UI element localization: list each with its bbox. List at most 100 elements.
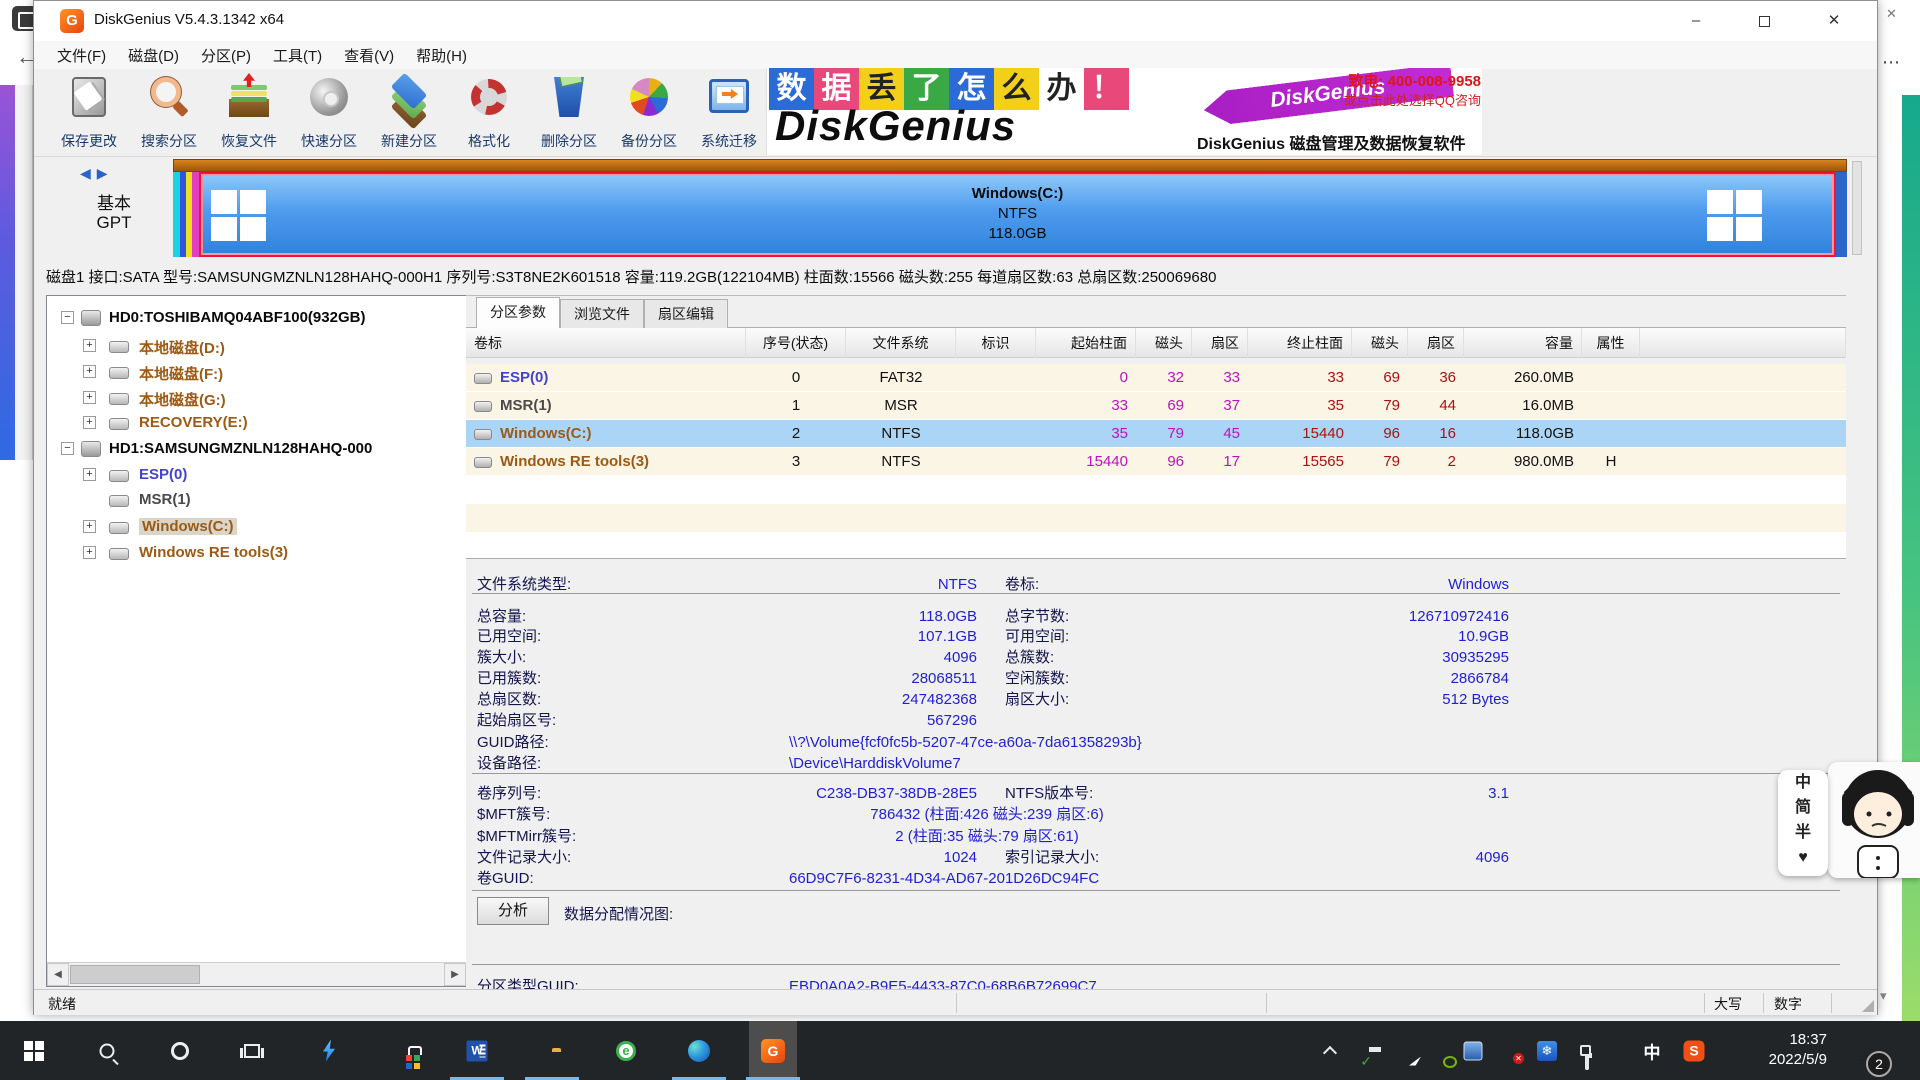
tab-partition-params[interactable]: 分区参数 xyxy=(476,297,560,328)
overflow-menu-icon[interactable]: ⋯ xyxy=(1882,52,1900,73)
scroll-down-icon[interactable]: ▾ xyxy=(1880,988,1887,1004)
taskbar-search-button[interactable] xyxy=(83,1021,131,1080)
table-row-msr[interactable]: MSR(1) 1 MSR 33 69 37 35 79 44 16.0MB xyxy=(466,392,1846,420)
scrollbar-thumb[interactable] xyxy=(70,965,200,984)
taskbar-app-store[interactable] xyxy=(379,1021,427,1080)
ime-simplified[interactable]: 简 xyxy=(1778,795,1828,820)
tree-item-recovery-e[interactable]: + RECOVERY(E:) xyxy=(47,412,466,436)
partition-segment-esp[interactable] xyxy=(173,172,180,257)
tray-power[interactable] xyxy=(1569,1021,1601,1080)
scroll-left-icon[interactable]: ◀ xyxy=(47,963,69,986)
minimize-button[interactable]: – xyxy=(1667,1,1725,41)
menu-view[interactable]: 查看(V) xyxy=(333,42,405,69)
table-row-winre[interactable]: Windows RE tools(3) 3 NTFS 15440 96 17 1… xyxy=(466,448,1846,476)
expand-icon[interactable]: + xyxy=(83,339,96,352)
expand-icon[interactable]: + xyxy=(83,520,96,533)
tray-snowflake-app[interactable]: ❄ xyxy=(1531,1021,1563,1080)
partition-segment-windows-c[interactable]: Windows(C:) NTFS 118.0GB xyxy=(199,172,1836,257)
tree-item-local-g[interactable]: + 本地磁盘(G:) xyxy=(47,387,466,411)
tree-item-hd0[interactable]: − HD0:TOSHIBAMQ04ABF100(932GB) xyxy=(47,307,466,331)
disk-nav-arrows[interactable]: ◀▶ xyxy=(80,165,114,182)
tree-item-esp[interactable]: + ESP(0) xyxy=(47,464,466,488)
col-volume[interactable]: 卷标 xyxy=(466,328,746,358)
tree-item-local-d[interactable]: + 本地磁盘(D:) xyxy=(47,335,466,359)
backup-partition-button[interactable]: 备份分区 xyxy=(610,71,688,155)
notification-badge[interactable]: 2 xyxy=(1866,1051,1892,1077)
col-start-head[interactable]: 磁头 xyxy=(1136,328,1192,358)
taskbar-app-browser[interactable]: e xyxy=(602,1021,650,1080)
tree-item-windows-c[interactable]: + Windows(C:) xyxy=(47,516,466,540)
scroll-right-icon[interactable]: ▶ xyxy=(444,963,466,986)
start-button[interactable] xyxy=(10,1021,58,1080)
new-partition-button[interactable]: 新建分区 xyxy=(370,71,448,155)
table-row-esp[interactable]: ESP(0) 0 FAT32 0 32 33 33 69 36 260.0MB xyxy=(466,364,1846,392)
taskbar-app-flash[interactable] xyxy=(305,1021,353,1080)
menu-help[interactable]: 帮助(H) xyxy=(405,42,478,69)
taskbar-app-word[interactable]: W xyxy=(453,1021,501,1080)
recover-files-button[interactable]: 恢复文件 xyxy=(210,71,288,155)
sogou-ime-toolbar[interactable]: 中 简 半 ♥ xyxy=(1778,770,1828,876)
taskbar-app-explorer[interactable] xyxy=(528,1021,576,1080)
col-seq[interactable]: 序号(状态) xyxy=(746,328,846,358)
close-button[interactable]: ✕ xyxy=(1805,1,1863,41)
tab-sector-edit[interactable]: 扇区编辑 xyxy=(644,299,728,328)
tray-printer[interactable]: ✓ xyxy=(1350,1021,1382,1080)
col-start-sector[interactable]: 扇区 xyxy=(1192,328,1248,358)
ime-lang-chinese[interactable]: 中 xyxy=(1778,770,1828,795)
banner-ad[interactable]: 数据丢了怎么办！ DiskGenius DiskGenius 致电: 400-0… xyxy=(766,68,1482,155)
col-attr[interactable]: 属性 xyxy=(1582,328,1640,358)
tree-item-msr[interactable]: MSR(1) xyxy=(47,489,466,513)
tree-item-winre[interactable]: + Windows RE tools(3) xyxy=(47,542,466,566)
tree-horizontal-scrollbar[interactable]: ◀ ▶ xyxy=(47,962,466,986)
delete-partition-button[interactable]: 删除分区 xyxy=(530,71,608,155)
tray-sogou[interactable]: S xyxy=(1678,1021,1710,1080)
tree-item-local-f[interactable]: + 本地磁盘(F:) xyxy=(47,361,466,385)
analyze-button[interactable]: 分析 xyxy=(477,897,549,925)
col-id[interactable]: 标识 xyxy=(956,328,1036,358)
system-migrate-button[interactable]: 系统迁移 xyxy=(690,71,768,155)
tab-browse-files[interactable]: 浏览文件 xyxy=(560,299,644,328)
ime-halfwidth[interactable]: 半 xyxy=(1778,820,1828,845)
collapse-icon[interactable]: − xyxy=(61,311,74,324)
ime-skin-cartoon[interactable] xyxy=(1828,762,1920,878)
title-bar[interactable]: G DiskGenius V5.4.3.1342 x64 – ✕ xyxy=(34,1,1877,41)
banner-qq-link[interactable]: 或点击此处选择QQ咨询 xyxy=(1233,90,1481,109)
quick-partition-button[interactable]: 快速分区 xyxy=(290,71,368,155)
partition-segment-winre[interactable] xyxy=(1836,172,1847,257)
task-view-button[interactable] xyxy=(228,1021,276,1080)
menu-tools[interactable]: 工具(T) xyxy=(262,42,333,69)
partition-segment-small2[interactable] xyxy=(192,172,199,257)
tree-item-hd1[interactable]: − HD1:SAMSUNGMZNLN128HAHQ-000 xyxy=(47,438,466,462)
expand-icon[interactable]: + xyxy=(83,365,96,378)
tray-intel-graphics[interactable] xyxy=(1457,1021,1489,1080)
expand-icon[interactable]: + xyxy=(83,546,96,559)
expand-icon[interactable]: + xyxy=(83,391,96,404)
table-row-windows-c[interactable]: Windows(C:) 2 NTFS 35 79 45 15440 96 16 … xyxy=(466,420,1846,448)
format-button[interactable]: 格式化 xyxy=(450,71,528,155)
collapse-icon[interactable]: − xyxy=(61,442,74,455)
background-close-icon[interactable]: ✕ xyxy=(1886,6,1897,22)
tray-volume[interactable] xyxy=(1604,1021,1636,1080)
tray-messenger[interactable] xyxy=(1389,1021,1421,1080)
expand-icon[interactable]: + xyxy=(83,468,96,481)
col-end-head[interactable]: 磁头 xyxy=(1352,328,1408,358)
menu-disk[interactable]: 磁盘(D) xyxy=(117,42,190,69)
col-start-cyl[interactable]: 起始柱面 xyxy=(1036,328,1136,358)
taskbar-app-diskgenius[interactable]: G xyxy=(749,1021,797,1080)
search-partition-button[interactable]: 搜索分区 xyxy=(130,71,208,155)
tray-ime-mode[interactable]: 中 xyxy=(1636,1021,1668,1080)
menu-partition[interactable]: 分区(P) xyxy=(190,42,262,69)
col-end-sector[interactable]: 扇区 xyxy=(1408,328,1464,358)
tray-nvidia[interactable] xyxy=(1423,1021,1455,1080)
menu-file[interactable]: 文件(F) xyxy=(46,42,117,69)
expand-icon[interactable]: + xyxy=(83,416,96,429)
heart-icon[interactable]: ♥ xyxy=(1778,845,1828,870)
taskbar-app-edge[interactable] xyxy=(675,1021,723,1080)
col-fs[interactable]: 文件系统 xyxy=(846,328,956,358)
taskbar-clock[interactable]: 18:37 2022/5/9 xyxy=(1735,1030,1827,1070)
tray-defender[interactable]: ✕ xyxy=(1493,1021,1525,1080)
next-disk-icon[interactable]: ▶ xyxy=(97,165,114,181)
maximize-button[interactable] xyxy=(1735,1,1793,41)
cortana-button[interactable] xyxy=(156,1021,204,1080)
col-end-cyl[interactable]: 终止柱面 xyxy=(1248,328,1352,358)
